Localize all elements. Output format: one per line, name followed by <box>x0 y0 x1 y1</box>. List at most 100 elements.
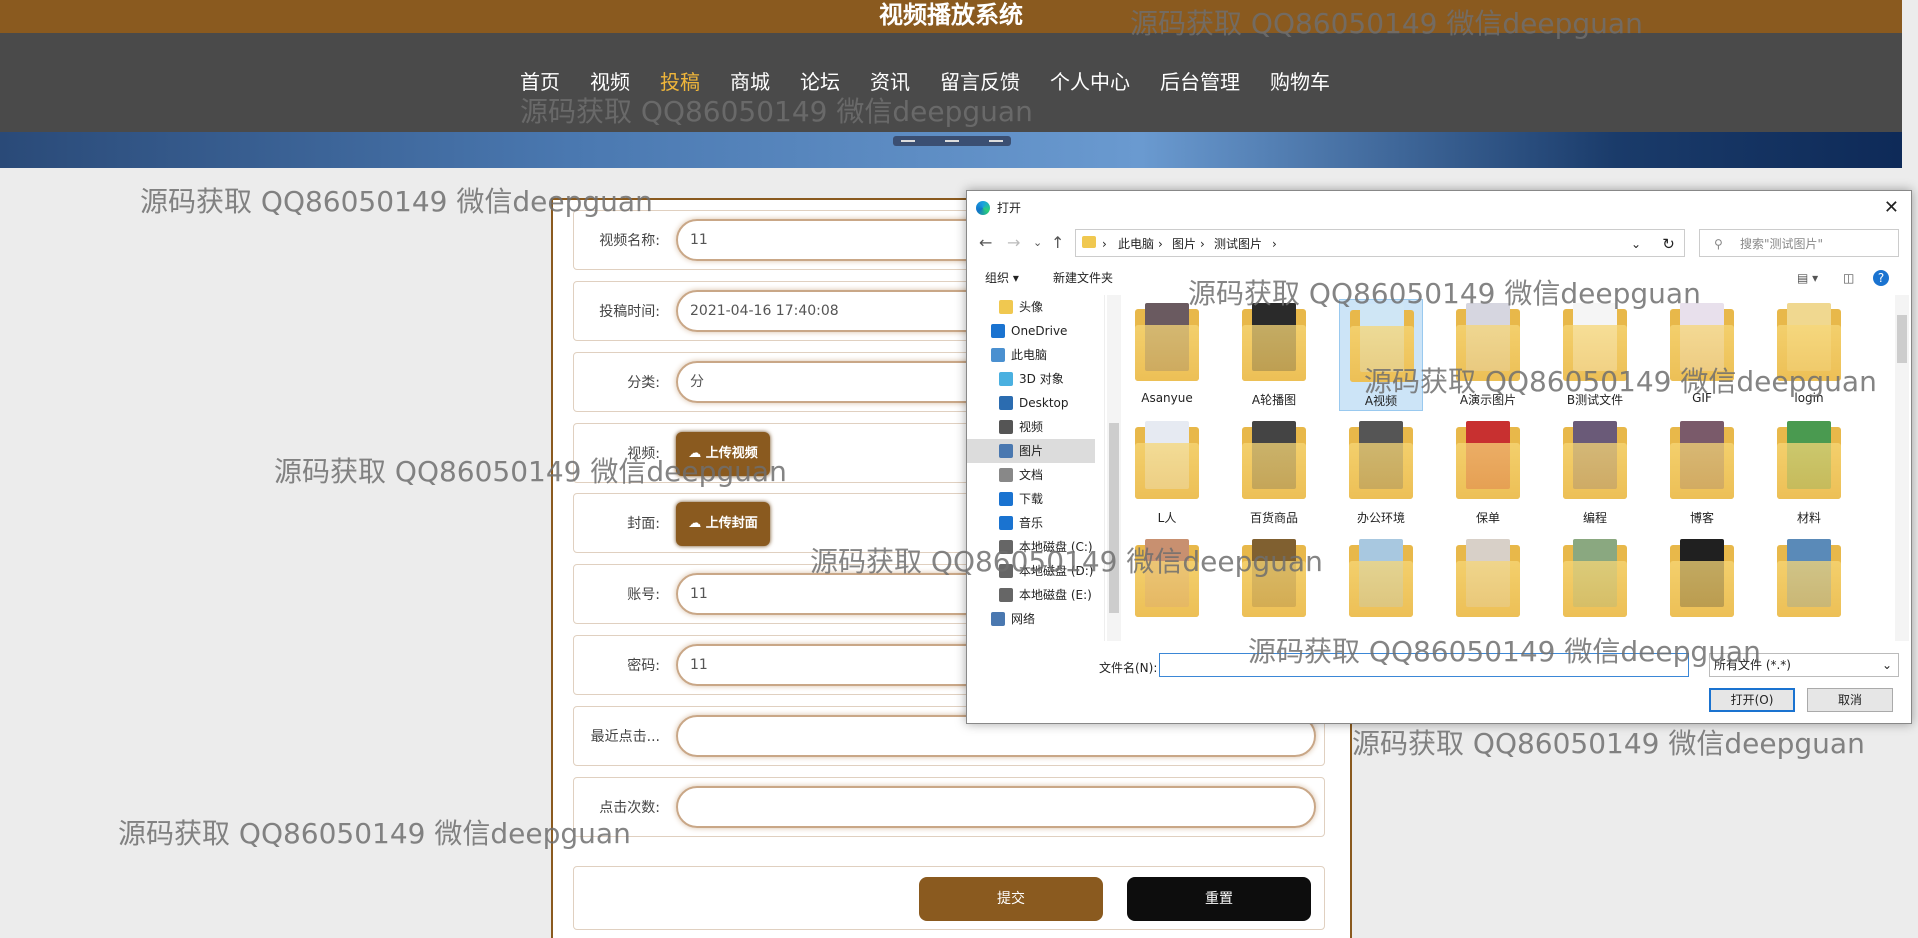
watermark-text: 源码获取 QQ86050149 微信deepguan <box>1352 727 1865 760</box>
folder-icon <box>1350 304 1414 382</box>
help-icon[interactable]: ? <box>1873 270 1889 286</box>
nav-pane-item[interactable]: 网络 <box>967 607 1095 631</box>
nav-item-8[interactable]: 后台管理 <box>1160 67 1240 97</box>
file-item[interactable]: Asanyue <box>1125 299 1209 411</box>
form-label: 分类: <box>627 375 660 391</box>
file-item[interactable]: 博客 <box>1660 417 1744 529</box>
form-label: 视频: <box>627 446 660 462</box>
submit-button[interactable]: 提交 <box>919 877 1103 921</box>
nav-item-4[interactable]: 论坛 <box>800 67 840 97</box>
file-item[interactable]: login <box>1767 299 1851 411</box>
file-item[interactable]: GIF <box>1660 299 1744 411</box>
nav-pane-item[interactable]: 音乐 <box>967 511 1095 535</box>
nav-pane-item[interactable]: 本地磁盘 (E:) <box>967 583 1095 607</box>
carousel-indicator[interactable] <box>893 136 1011 146</box>
breadcrumb-pictures[interactable]: 图片 <box>1172 230 1196 258</box>
folder-icon <box>1242 539 1306 617</box>
close-icon[interactable]: ✕ <box>1884 191 1899 225</box>
file-item[interactable]: 保单 <box>1446 417 1530 529</box>
nav-pane-item[interactable]: 此电脑 <box>967 343 1095 367</box>
file-item[interactable]: 编程 <box>1553 417 1637 529</box>
folder-icon <box>1349 421 1413 499</box>
file-item[interactable] <box>1125 535 1209 639</box>
search-icon: ⚲ <box>1714 237 1723 251</box>
path-dropdown-icon[interactable]: ⌄ <box>1631 230 1641 258</box>
nav-item-7[interactable]: 个人中心 <box>1050 67 1130 97</box>
preview-pane-icon[interactable]: ◫ <box>1843 263 1854 293</box>
upload-button[interactable]: ☁ 上传封面 <box>676 502 770 546</box>
up-arrow-icon[interactable]: ↑ <box>1051 225 1064 261</box>
breadcrumb-pc[interactable]: 此电脑 <box>1118 230 1154 258</box>
file-item[interactable] <box>1553 535 1637 639</box>
nav-pane-item[interactable]: OneDrive <box>967 319 1095 343</box>
forward-arrow-icon[interactable]: → <box>1007 225 1020 261</box>
reset-button[interactable]: 重置 <box>1127 877 1311 921</box>
file-item[interactable]: A视频 <box>1339 299 1423 411</box>
file-item[interactable] <box>1339 535 1423 639</box>
open-button[interactable]: 打开(O) <box>1709 688 1795 712</box>
nav-item-6[interactable]: 留言反馈 <box>940 67 1020 97</box>
file-grid-scrollbar[interactable] <box>1895 295 1909 641</box>
folder-icon <box>1135 539 1199 617</box>
folder-icon <box>999 444 1013 458</box>
nav-item-1[interactable]: 视频 <box>590 67 630 97</box>
filename-input[interactable] <box>1159 653 1689 677</box>
nav-item-5[interactable]: 资讯 <box>870 67 910 97</box>
nav-pane: 头像 OneDrive 此电脑 3D 对象 Desktop 视频 图片 文档 下载 音乐 本地磁盘 … <box>967 295 1105 641</box>
form-input[interactable] <box>676 786 1316 828</box>
nav-pane-item[interactable]: 下载 <box>967 487 1095 511</box>
recent-dropdown-icon[interactable]: ⌄ <box>1033 225 1042 261</box>
cancel-button[interactable]: 取消 <box>1807 688 1893 712</box>
file-item[interactable]: A演示图片 <box>1446 299 1530 411</box>
nav-item-2[interactable]: 投稿 <box>660 67 700 97</box>
folder-icon <box>1563 539 1627 617</box>
folder-icon <box>999 540 1013 554</box>
site-title: 视频播放系统 <box>0 0 1902 33</box>
dialog-titlebar[interactable]: 打开 ✕ <box>967 191 1911 225</box>
file-item[interactable] <box>1446 535 1530 639</box>
folder-icon <box>999 396 1013 410</box>
nav-pane-scrollbar[interactable] <box>1107 295 1121 641</box>
form-label: 最近点击... <box>590 729 660 745</box>
nav-item-9[interactable]: 购物车 <box>1270 67 1330 97</box>
breadcrumb-test-pictures[interactable]: 测试图片 <box>1214 230 1262 258</box>
nav-item-3[interactable]: 商城 <box>730 67 770 97</box>
file-item[interactable]: 材料 <box>1767 417 1851 529</box>
folder-icon <box>1242 303 1306 381</box>
back-arrow-icon[interactable]: ← <box>979 225 992 261</box>
edge-icon <box>976 201 990 215</box>
upload-button[interactable]: ☁ 上传视频 <box>676 432 770 476</box>
nav-pane-item[interactable]: 文档 <box>967 463 1095 487</box>
open-file-dialog: 打开 ✕ ← → ⌄ ↑ › 此电脑 › 图片 › 测试图片 › ⌄ ↻ ⚲ 搜… <box>966 190 1912 724</box>
folder-icon <box>1135 303 1199 381</box>
file-item[interactable]: A轮播图 <box>1232 299 1316 411</box>
folder-icon <box>999 372 1013 386</box>
nav-pane-item[interactable]: Desktop <box>967 391 1095 415</box>
file-item[interactable]: 百货商品 <box>1232 417 1316 529</box>
filetype-select[interactable]: 所有文件 (*.*) ⌄ <box>1709 653 1899 677</box>
folder-icon <box>1670 421 1734 499</box>
main-nav: 首页 视频 投稿 商城 论坛 资讯 留言反馈 个人中心 后台管理 购物车 <box>0 33 1902 132</box>
search-input[interactable]: ⚲ 搜索"测试图片" <box>1699 229 1899 257</box>
view-options-icon[interactable]: ▤ ▾ <box>1797 263 1818 293</box>
file-item[interactable] <box>1660 535 1744 639</box>
folder-icon <box>999 420 1013 434</box>
nav-pane-item[interactable]: 头像 <box>967 295 1095 319</box>
file-item[interactable] <box>1767 535 1851 639</box>
nav-pane-item[interactable]: 图片 <box>967 439 1095 463</box>
nav-pane-item[interactable]: 视频 <box>967 415 1095 439</box>
nav-pane-item[interactable]: 本地磁盘 (D:) <box>967 559 1095 583</box>
new-folder-button[interactable]: 新建文件夹 <box>1053 263 1113 293</box>
folder-icon <box>1349 539 1413 617</box>
nav-pane-item[interactable]: 3D 对象 <box>967 367 1095 391</box>
refresh-icon[interactable]: ↻ <box>1653 229 1685 257</box>
nav-item-0[interactable]: 首页 <box>520 67 560 97</box>
file-item[interactable]: L人 <box>1125 417 1209 529</box>
organize-menu[interactable]: 组织 ▾ <box>985 263 1019 293</box>
nav-pane-item[interactable]: 本地磁盘 (C:) <box>967 535 1095 559</box>
file-item[interactable] <box>1232 535 1316 639</box>
file-item[interactable]: B测试文件 <box>1553 299 1637 411</box>
form-label: 账号: <box>627 587 660 603</box>
path-box[interactable]: › 此电脑 › 图片 › 测试图片 › ⌄ <box>1075 229 1685 257</box>
file-item[interactable]: 办公环境 <box>1339 417 1423 529</box>
